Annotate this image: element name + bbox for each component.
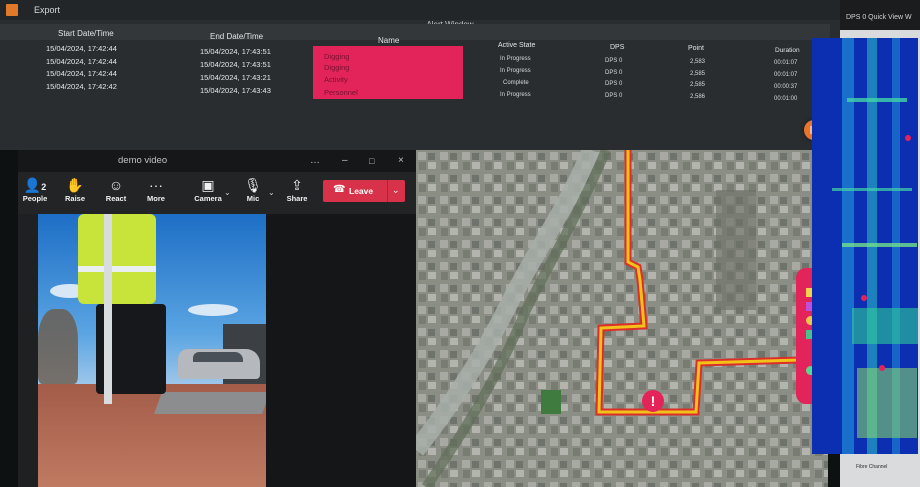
cell-point: 2,585	[690, 82, 706, 88]
col-start[interactable]: Start Date/Time	[58, 29, 114, 38]
leave-divider	[387, 180, 388, 202]
cell-name: Personnel	[324, 88, 358, 97]
cell-duration: 00:00:37	[774, 84, 798, 90]
hand-icon: ✋	[66, 177, 84, 193]
cell-end: 15/04/2024, 17:43:51	[200, 60, 271, 69]
raise-label: Raise	[64, 194, 85, 203]
video-title: demo video	[118, 155, 168, 166]
cell-duration: 00:01:07	[774, 72, 798, 78]
map-layer	[416, 150, 828, 487]
video-vest-stripe	[78, 266, 156, 272]
camera-options-chevron-icon[interactable]: ⌄	[224, 188, 231, 197]
cell-point: 2,585	[690, 71, 706, 77]
people-label: People	[22, 194, 48, 203]
video-pole	[104, 214, 112, 404]
col-end[interactable]: End Date/Time	[210, 32, 263, 41]
video-empty-area	[266, 214, 416, 487]
video-titlebar: demo video … – □ ×	[18, 150, 416, 172]
leave-button[interactable]: ☎ Leave ⌄	[323, 180, 405, 202]
people-count: 2	[41, 182, 47, 192]
mic-options-chevron-icon[interactable]: ⌄	[268, 188, 275, 197]
video-call-window: demo video … – □ × 👤2 People ✋ Raise ☺ R…	[18, 150, 416, 487]
raise-hand-button[interactable]: ✋ Raise	[57, 176, 93, 203]
video-car-window	[193, 352, 243, 362]
leave-label: Leave	[349, 186, 374, 196]
react-button[interactable]: ☺ React	[98, 176, 134, 203]
cell-state: In Progress	[500, 92, 531, 98]
more-button[interactable]: ··· More	[138, 176, 174, 203]
camera-button[interactable]: ▣ Camera	[190, 176, 226, 203]
cell-point: 2,583	[690, 59, 706, 65]
cell-duration: 00:01:07	[774, 60, 798, 66]
video-cloud	[188, 304, 238, 316]
satellite-map[interactable]	[416, 150, 828, 487]
cell-start: 15/04/2024, 17:42:44	[46, 69, 117, 78]
dps-waterfall-svg	[812, 38, 918, 454]
cell-duration: 00:01:00	[774, 96, 798, 102]
col-state[interactable]: Active State	[498, 42, 535, 49]
share-button[interactable]: ⇪ Share	[279, 176, 315, 203]
dps-waterfall-plot[interactable]	[812, 38, 918, 454]
video-concrete-slab	[153, 392, 266, 414]
cell-end: 15/04/2024, 17:43:51	[200, 47, 271, 56]
dps-x-axis-label: Fibre Channel	[856, 464, 888, 470]
cell-name: Digging	[324, 63, 350, 72]
video-close-button[interactable]: ×	[398, 155, 404, 166]
cell-end: 15/04/2024, 17:43:43	[200, 86, 271, 95]
cell-dps: DPS 0	[605, 81, 623, 87]
video-person-hi-vis-vest	[78, 214, 156, 304]
video-minimize-button[interactable]: –	[342, 155, 348, 166]
video-more-button[interactable]: …	[310, 155, 320, 166]
people-button[interactable]: 👤2 People	[17, 176, 53, 203]
hang-up-icon: ☎	[333, 184, 346, 195]
people-icon: 👤2	[23, 177, 47, 193]
cell-start: 15/04/2024, 17:42:42	[46, 82, 117, 91]
col-point[interactable]: Point	[688, 45, 704, 52]
more-label: More	[147, 194, 165, 203]
cell-start: 15/04/2024, 17:42:44	[46, 57, 117, 66]
leave-chevron-icon[interactable]: ⌄	[392, 185, 400, 196]
cell-end: 15/04/2024, 17:43:21	[200, 73, 271, 82]
react-label: React	[105, 194, 127, 203]
export-menu[interactable]: Export	[34, 5, 60, 15]
share-label: Share	[286, 194, 308, 203]
video-tree	[38, 309, 78, 384]
cell-state: In Progress	[500, 68, 531, 74]
cell-start: 15/04/2024, 17:42:44	[46, 44, 117, 53]
mic-label: Mic	[246, 194, 260, 203]
map-alert-pin[interactable]: !	[642, 390, 664, 412]
col-dps[interactable]: DPS	[610, 44, 624, 51]
alert-table-header	[0, 24, 830, 40]
video-maximize-button[interactable]: □	[369, 156, 374, 166]
cell-state: In Progress	[500, 56, 531, 62]
smiley-icon: ☺	[108, 177, 124, 193]
more-icon: ···	[149, 177, 163, 193]
camera-off-icon: ▣	[201, 177, 215, 193]
mic-icon: 🎙	[244, 177, 262, 193]
call-toolbar: 👤2 People ✋ Raise ☺ React ··· More ▣ Cam…	[18, 172, 416, 214]
col-duration[interactable]: Duration	[775, 47, 800, 54]
cell-name: Digging	[324, 52, 350, 61]
cell-dps: DPS 0	[605, 70, 623, 76]
cell-point: 2,586	[690, 94, 706, 100]
cell-name: Activity	[324, 75, 348, 84]
alert-window: Export Alert Window + ↻ – □ × Start Date…	[0, 0, 840, 150]
dps-title: DPS 0 Quick View W	[846, 14, 912, 21]
participant-video-feed[interactable]	[38, 214, 266, 487]
map-park	[541, 390, 561, 414]
share-icon: ⇪	[291, 177, 303, 193]
cell-dps: DPS 0	[605, 93, 623, 99]
cell-dps: DPS 0	[605, 58, 623, 64]
mic-button[interactable]: 🎙 Mic	[235, 176, 271, 203]
col-name[interactable]: Name	[378, 36, 399, 45]
alert-titlebar: Export	[0, 0, 840, 20]
cell-state: Complete	[503, 80, 529, 86]
camera-label: Camera	[194, 194, 222, 203]
export-icon[interactable]	[6, 4, 18, 16]
